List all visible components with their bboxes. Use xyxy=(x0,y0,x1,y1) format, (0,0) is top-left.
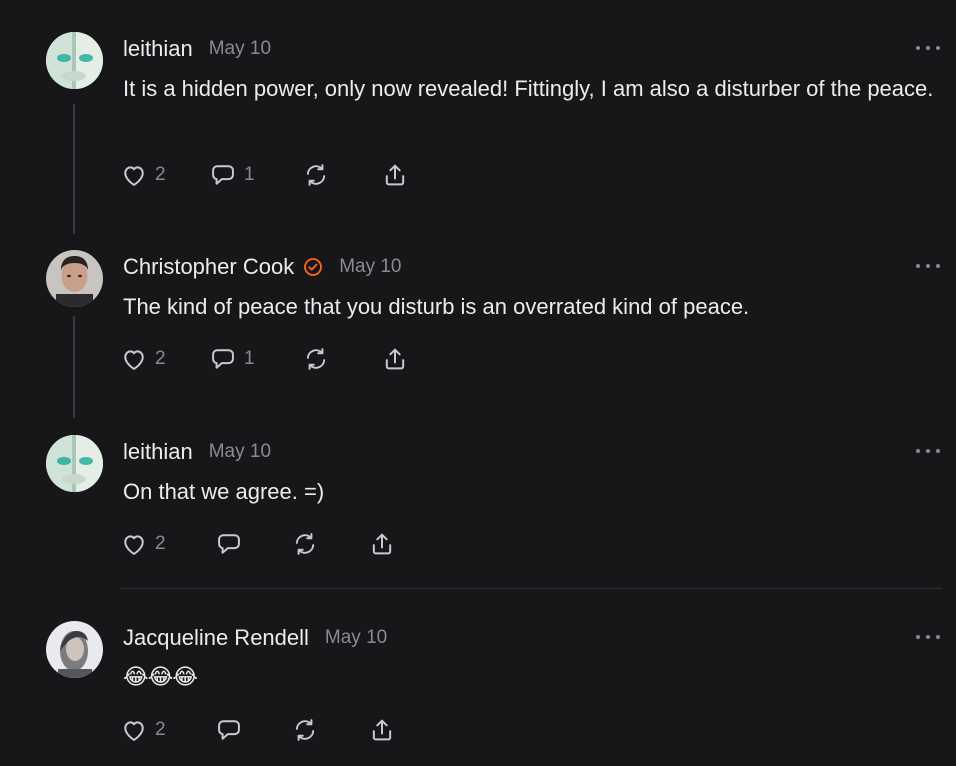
restack-icon xyxy=(295,533,315,555)
share-icon xyxy=(372,719,392,741)
share-button[interactable] xyxy=(368,528,396,560)
restack-icon xyxy=(295,719,315,741)
more-options-button[interactable] xyxy=(916,447,940,455)
reply-count: 1 xyxy=(244,164,255,185)
comment-bubble-icon xyxy=(218,534,240,554)
woman-portrait-avatar-icon xyxy=(46,621,103,678)
share-icon xyxy=(372,533,392,555)
restack-button[interactable] xyxy=(302,159,330,191)
dot-icon xyxy=(926,635,930,639)
more-options-button[interactable] xyxy=(916,633,940,641)
comment-date[interactable]: May 10 xyxy=(339,256,401,278)
reply-button[interactable]: 1 xyxy=(209,343,255,375)
like-button[interactable]: 2 xyxy=(120,714,166,746)
comment-date[interactable]: May 10 xyxy=(209,441,271,463)
like-count: 2 xyxy=(155,164,166,185)
like-button[interactable]: 2 xyxy=(120,159,166,191)
dot-icon xyxy=(916,635,920,639)
author-name[interactable]: leithian xyxy=(123,439,193,465)
dot-icon xyxy=(916,264,920,268)
dot-icon xyxy=(926,46,930,50)
reply-button[interactable]: 1 xyxy=(209,159,255,191)
comment-body: 😂😂😂 xyxy=(123,664,198,689)
heart-icon xyxy=(124,535,144,555)
restack-icon xyxy=(306,164,326,186)
dot-icon xyxy=(936,635,940,639)
author-name[interactable]: leithian xyxy=(123,36,193,62)
comment-bubble-icon xyxy=(212,349,234,369)
verified-badge-icon xyxy=(303,257,323,277)
teal-face-avatar-icon xyxy=(46,435,103,492)
dot-icon xyxy=(936,264,940,268)
thread-line xyxy=(73,104,75,234)
author-name[interactable]: Christopher Cook xyxy=(123,254,294,280)
heart-icon xyxy=(124,350,144,370)
comment-body: It is a hidden power, only now revealed!… xyxy=(123,76,934,101)
comment-bubble-icon xyxy=(218,720,240,740)
more-options-button[interactable] xyxy=(916,44,940,52)
like-button[interactable]: 2 xyxy=(120,528,166,560)
author-name[interactable]: Jacqueline Rendell xyxy=(123,625,309,651)
avatar[interactable] xyxy=(46,32,103,89)
thread-line xyxy=(73,316,75,418)
comment-body: On that we agree. =) xyxy=(123,479,325,504)
comment-date[interactable]: May 10 xyxy=(209,38,271,60)
avatar[interactable] xyxy=(46,435,103,492)
thread-divider xyxy=(120,588,942,589)
dot-icon xyxy=(936,449,940,453)
restack-button[interactable] xyxy=(291,714,319,746)
avatar[interactable] xyxy=(46,250,103,307)
share-button[interactable] xyxy=(381,343,409,375)
share-icon xyxy=(385,164,405,186)
heart-icon xyxy=(124,166,144,186)
dot-icon xyxy=(916,46,920,50)
like-count: 2 xyxy=(155,348,166,369)
reply-button[interactable] xyxy=(215,528,243,560)
dot-icon xyxy=(926,449,930,453)
like-button[interactable]: 2 xyxy=(120,343,166,375)
more-options-button[interactable] xyxy=(916,262,940,270)
share-icon xyxy=(385,348,405,370)
avatar[interactable] xyxy=(46,621,103,678)
comment-date[interactable]: May 10 xyxy=(325,627,387,649)
restack-icon xyxy=(306,348,326,370)
comment-bubble-icon xyxy=(212,165,234,185)
like-count: 2 xyxy=(155,719,166,740)
restack-button[interactable] xyxy=(302,343,330,375)
dot-icon xyxy=(936,46,940,50)
comment-body: The kind of peace that you disturb is an… xyxy=(123,294,750,319)
dot-icon xyxy=(916,449,920,453)
heart-icon xyxy=(124,721,144,741)
like-count: 2 xyxy=(155,533,166,554)
man-portrait-avatar-icon xyxy=(46,250,103,307)
dot-icon xyxy=(926,264,930,268)
restack-button[interactable] xyxy=(291,528,319,560)
share-button[interactable] xyxy=(368,714,396,746)
teal-face-avatar-icon xyxy=(46,32,103,89)
reply-count: 1 xyxy=(244,348,255,369)
share-button[interactable] xyxy=(381,159,409,191)
reply-button[interactable] xyxy=(215,714,243,746)
